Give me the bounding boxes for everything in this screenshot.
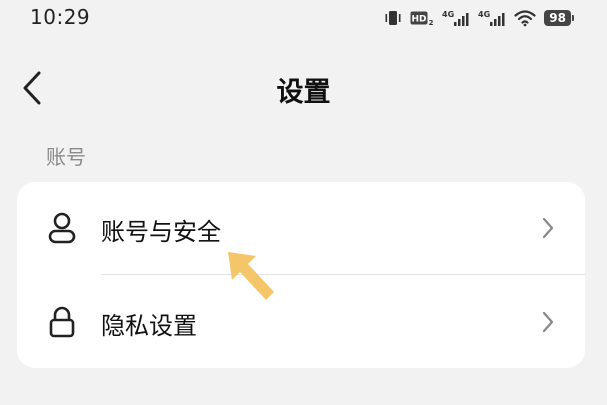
settings-item-account-security[interactable]: 账号与安全 xyxy=(17,182,585,274)
vibrate-icon xyxy=(384,9,402,27)
settings-item-label: 隐私设置 xyxy=(101,312,197,340)
settings-item-privacy[interactable]: 隐私设置 xyxy=(17,276,585,368)
section-label: 账号 xyxy=(46,145,86,169)
signal-icon-1: 4G xyxy=(442,9,470,27)
settings-item-label: 账号与安全 xyxy=(101,218,221,246)
user-icon xyxy=(45,210,79,246)
divider xyxy=(101,274,585,275)
signal-icon-2: 4G xyxy=(478,9,506,27)
network-label-2: 4G xyxy=(478,10,490,19)
status-bar: 10:29 HD 2 4G 4G 98 xyxy=(0,0,607,36)
svg-text:2: 2 xyxy=(429,19,434,27)
hd-label: HD xyxy=(412,15,427,25)
chevron-right-icon xyxy=(542,311,554,333)
battery-indicator: 98 xyxy=(544,10,574,26)
network-label-1: 4G xyxy=(442,10,454,19)
chevron-right-icon xyxy=(542,217,554,239)
nav-bar: 设置 xyxy=(0,58,607,118)
lock-icon xyxy=(45,304,79,340)
status-icons: HD 2 4G 4G 98 xyxy=(384,7,574,29)
pointer-arrow-icon xyxy=(228,252,274,300)
page-title: 设置 xyxy=(276,77,331,108)
hd-icon: HD 2 xyxy=(410,9,434,27)
status-time: 10:29 xyxy=(30,5,91,29)
wifi-icon xyxy=(514,9,536,27)
settings-card: 账号与安全 隐私设置 xyxy=(17,182,585,368)
